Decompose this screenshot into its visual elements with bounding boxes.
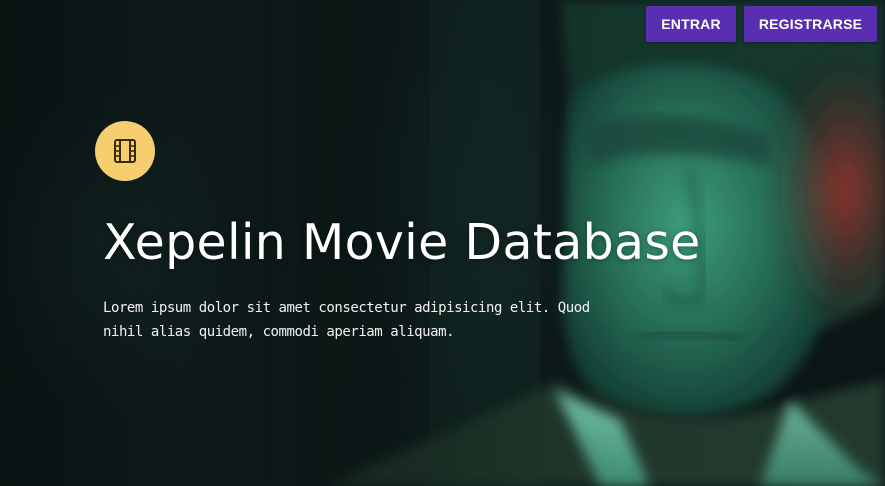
film-icon <box>114 139 136 163</box>
hero-description: Lorem ipsum dolor sit amet consectetur a… <box>103 300 590 340</box>
hero-section: ENTRAR REGISTRARSE Xepelin Movie Databas… <box>0 0 885 486</box>
film-icon-badge <box>95 121 155 181</box>
register-button[interactable]: REGISTRARSE <box>744 6 877 42</box>
login-button[interactable]: ENTRAR <box>646 6 736 42</box>
page-title: Xepelin Movie Database <box>103 214 701 271</box>
auth-buttons: ENTRAR REGISTRARSE <box>646 6 877 42</box>
